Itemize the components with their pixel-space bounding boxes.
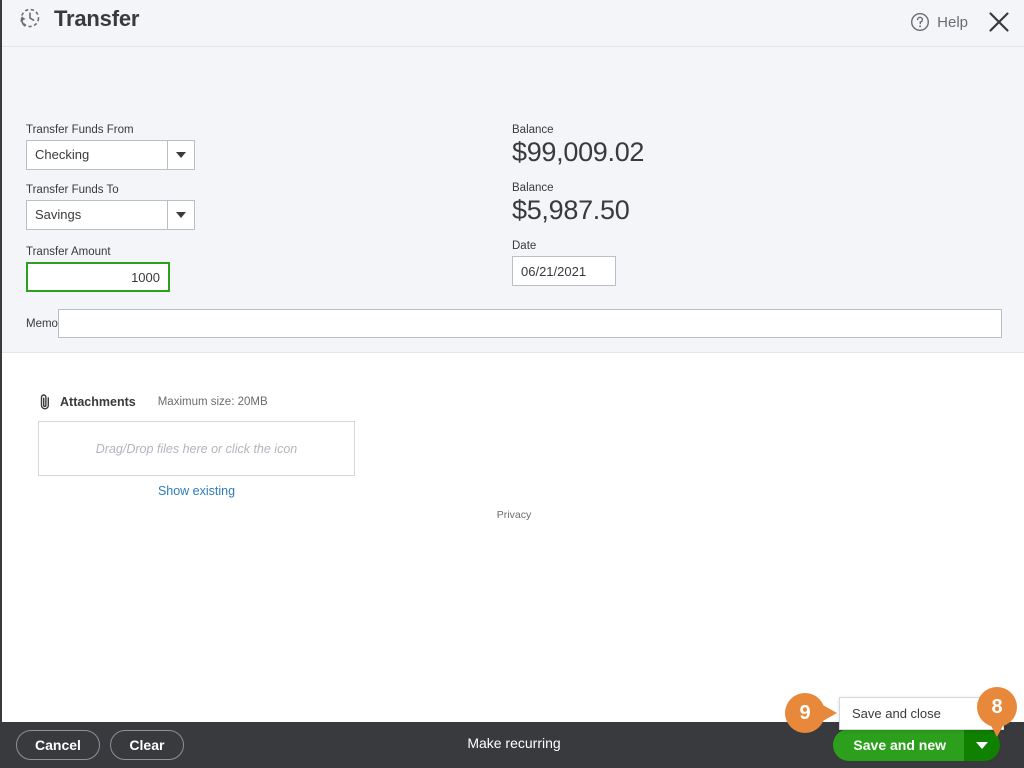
callout-marker-9: 9 [785,693,837,733]
footer-left-group: Cancel Clear [16,730,184,760]
transfer-to-chevron-down-icon[interactable] [167,200,195,230]
transfer-to-dropdown[interactable]: Savings [26,200,195,230]
transfer-to-value[interactable]: Savings [26,200,167,230]
transfer-from-label: Transfer Funds From [26,124,134,136]
transfer-from-group: Transfer Funds From Checking [26,124,195,170]
dialog-header: Transfer Help [2,0,1024,47]
form-left-column: Transfer Funds From Checking Transfer Fu… [26,124,195,292]
to-balance-group: Balance $5,987.50 [512,182,644,226]
transfer-to-group: Transfer Funds To Savings [26,184,195,230]
chevron-down-icon [976,741,988,749]
transfer-dialog-window: Transfer Help Transfer Funds From Checki… [0,0,1024,768]
attachments-dropzone[interactable]: Drag/Drop files here or click the icon [38,421,355,476]
clear-button[interactable]: Clear [109,730,184,760]
date-input[interactable] [512,256,616,287]
save-split-button: Save and new [833,729,1000,761]
from-balance-group: Balance $99,009.02 [512,124,644,168]
chevron-down-icon [176,152,186,158]
transfer-to-label: Transfer Funds To [26,184,119,196]
show-existing-link[interactable]: Show existing [38,484,355,498]
transfer-amount-group: Transfer Amount [26,246,195,292]
attachments-header: Attachments Maximum size: 20MB [38,393,358,411]
to-balance-value: $5,987.50 [512,195,630,226]
attachments-section: Attachments Maximum size: 20MB Drag/Drop… [38,393,358,498]
callout-8-number: 8 [977,687,1017,727]
dropzone-placeholder: Drag/Drop files here or click the icon [95,441,298,456]
callout-marker-8: 8 [977,687,1017,737]
help-button[interactable]: Help [910,12,968,32]
save-and-new-button[interactable]: Save and new [833,729,964,761]
page-title: Transfer [54,6,140,31]
memo-group: Memo [26,309,1002,338]
cancel-button[interactable]: Cancel [16,730,100,760]
from-balance-value: $99,009.02 [512,137,645,167]
transfer-from-dropdown[interactable]: Checking [26,140,195,170]
memo-label: Memo [26,317,58,330]
header-left-group: Transfer [16,6,139,32]
make-recurring-button[interactable]: Make recurring [467,735,560,751]
to-balance-label: Balance [512,182,554,195]
transfer-from-value[interactable]: Checking [26,140,167,170]
help-label: Help [937,13,968,31]
question-circle-icon [910,12,930,32]
form-right-column: Balance $99,009.02 Balance $5,987.50 Dat… [512,124,644,287]
attachments-title: Attachments [60,395,136,409]
privacy-text: Privacy [496,509,532,521]
from-balance-label: Balance [512,124,554,136]
transfer-form-panel: Transfer Funds From Checking Transfer Fu… [2,47,1024,353]
transfer-amount-label: Transfer Amount [26,246,111,258]
chevron-down-icon [176,212,186,218]
transfer-from-chevron-down-icon[interactable] [167,140,195,170]
close-x-icon[interactable] [978,9,1012,35]
header-right-group: Help [910,9,1012,35]
date-group: Date [512,240,644,287]
callout-9-number: 9 [785,693,825,733]
date-label: Date [512,240,537,253]
recurring-clock-icon [16,6,42,32]
transfer-amount-input[interactable] [26,262,170,292]
attachments-max-size: Maximum size: 20MB [157,396,268,408]
memo-input[interactable] [57,309,1002,338]
paperclip-icon[interactable] [38,393,52,411]
